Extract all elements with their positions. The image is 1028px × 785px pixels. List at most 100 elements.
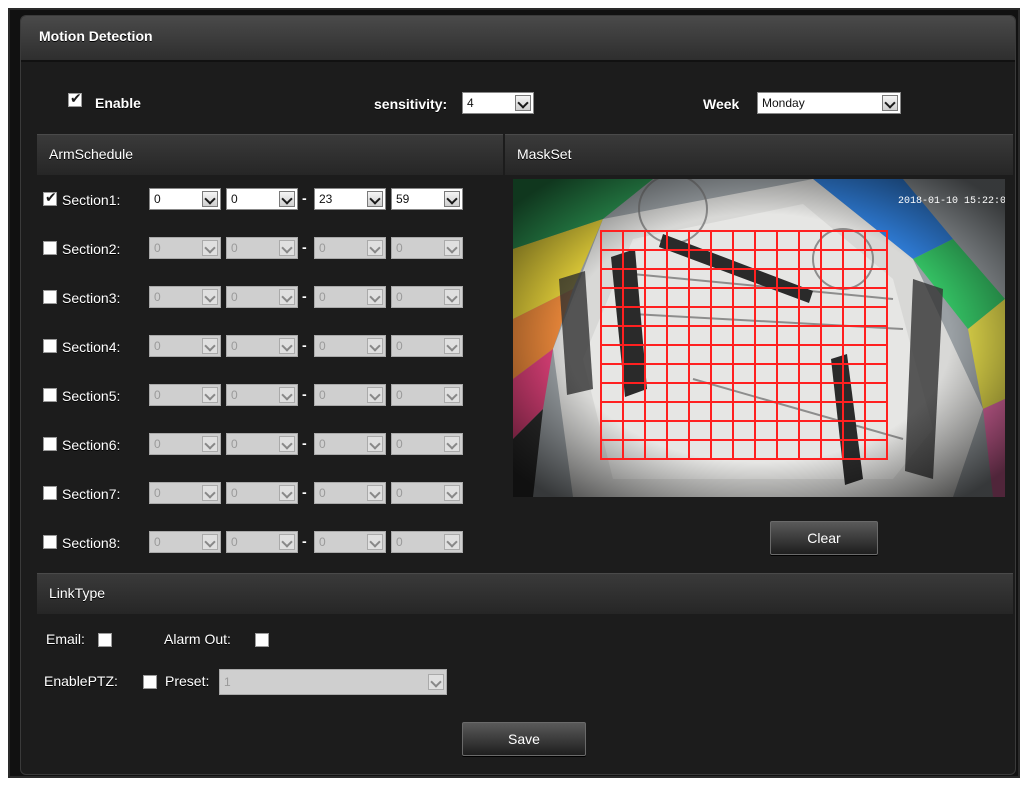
- section-5-start-minute-select[interactable]: 0: [226, 384, 298, 406]
- section-3-start-minute-select[interactable]: 0: [226, 286, 298, 308]
- section-8-end-hour-select[interactable]: 0: [314, 531, 386, 553]
- section-1-end-hour-select[interactable]: 23: [314, 188, 386, 210]
- section-1-end-minute-select[interactable]: 59: [391, 188, 463, 210]
- section-5-start-hour-select[interactable]: 0: [149, 384, 221, 406]
- chevron-down-icon: [444, 191, 460, 207]
- section-4-start-hour-select[interactable]: 0: [149, 335, 221, 357]
- section-7-end-hour-select[interactable]: 0: [314, 482, 386, 504]
- section-2-label: Section2:: [62, 241, 121, 257]
- chevron-down-icon: [202, 338, 218, 354]
- chevron-down-icon: [515, 95, 531, 111]
- select-value: 0: [396, 535, 403, 549]
- select-value: 0: [396, 290, 403, 304]
- section-6-start-hour-select[interactable]: 0: [149, 433, 221, 455]
- section-3-end-hour-select[interactable]: 0: [314, 286, 386, 308]
- select-value: 0: [154, 535, 161, 549]
- chevron-down-icon: [279, 534, 295, 550]
- select-value: 0: [319, 535, 326, 549]
- page-title: Motion Detection: [39, 28, 153, 44]
- section-4-checkbox[interactable]: [43, 339, 57, 353]
- mask-set-title: MaskSet: [517, 146, 572, 162]
- section-4-end-hour-select[interactable]: 0: [314, 335, 386, 357]
- chevron-down-icon: [444, 534, 460, 550]
- select-value: 0: [231, 535, 238, 549]
- section-5-end-minute-select[interactable]: 0: [391, 384, 463, 406]
- chevron-down-icon: [444, 338, 460, 354]
- chevron-down-icon: [882, 95, 898, 111]
- section-6-checkbox[interactable]: [43, 437, 57, 451]
- time-range-separator: -: [302, 239, 307, 255]
- chevron-down-icon: [279, 191, 295, 207]
- mask-set-header: MaskSet: [505, 134, 1013, 175]
- chevron-down-icon: [279, 240, 295, 256]
- link-type-header: LinkType: [37, 573, 1013, 614]
- section-4-label: Section4:: [62, 339, 121, 355]
- enable-ptz-label: EnablePTZ:: [44, 673, 118, 689]
- section-6-label: Section6:: [62, 437, 121, 453]
- section-5-end-hour-select[interactable]: 0: [314, 384, 386, 406]
- time-range-separator: -: [302, 337, 307, 353]
- section-6-end-hour-select[interactable]: 0: [314, 433, 386, 455]
- section-2-start-minute-select[interactable]: 0: [226, 237, 298, 259]
- chevron-down-icon: [428, 674, 444, 690]
- chevron-down-icon: [367, 289, 383, 305]
- section-2-end-hour-select[interactable]: 0: [314, 237, 386, 259]
- week-select[interactable]: Monday: [757, 92, 901, 114]
- section-7-end-minute-select[interactable]: 0: [391, 482, 463, 504]
- chevron-down-icon: [202, 240, 218, 256]
- arm-schedule-header: ArmSchedule: [37, 134, 503, 175]
- section-8-start-hour-select[interactable]: 0: [149, 531, 221, 553]
- clear-button[interactable]: Clear: [770, 521, 878, 555]
- section-3-end-minute-select[interactable]: 0: [391, 286, 463, 308]
- chevron-down-icon: [202, 436, 218, 452]
- section-3-start-hour-select[interactable]: 0: [149, 286, 221, 308]
- enable-ptz-checkbox[interactable]: [143, 675, 157, 689]
- section-1-start-hour-select[interactable]: 0: [149, 188, 221, 210]
- select-value: 0: [154, 388, 161, 402]
- select-value: 0: [154, 290, 161, 304]
- save-button[interactable]: Save: [462, 722, 586, 756]
- section-2-checkbox[interactable]: [43, 241, 57, 255]
- chevron-down-icon: [367, 240, 383, 256]
- section-1-checkbox[interactable]: [43, 189, 57, 206]
- preset-select[interactable]: 1: [219, 669, 447, 695]
- week-label: Week: [703, 96, 740, 112]
- section-6-start-minute-select[interactable]: 0: [226, 433, 298, 455]
- section-5-checkbox[interactable]: [43, 388, 57, 402]
- section-7-checkbox[interactable]: [43, 486, 57, 500]
- section-2-end-minute-select[interactable]: 0: [391, 237, 463, 259]
- alarm-out-checkbox[interactable]: [255, 633, 269, 647]
- section-7-start-hour-select[interactable]: 0: [149, 482, 221, 504]
- sensitivity-select[interactable]: 4: [462, 92, 534, 114]
- section-8-end-minute-select[interactable]: 0: [391, 531, 463, 553]
- chevron-down-icon: [202, 387, 218, 403]
- select-value: 59: [396, 192, 410, 206]
- mask-preview[interactable]: 2018-01-10 15:22:0: [513, 179, 1005, 497]
- sensitivity-label: sensitivity:: [374, 96, 448, 112]
- preset-label: Preset:: [165, 673, 210, 689]
- select-value: 0: [231, 192, 238, 206]
- chevron-down-icon: [367, 387, 383, 403]
- section-1-start-minute-select[interactable]: 0: [226, 188, 298, 210]
- chevron-down-icon: [444, 387, 460, 403]
- enable-checkbox[interactable]: [68, 90, 82, 107]
- select-value: 0: [231, 388, 238, 402]
- section-2-start-hour-select[interactable]: 0: [149, 237, 221, 259]
- week-value: Monday: [762, 96, 805, 110]
- email-checkbox[interactable]: [98, 633, 112, 647]
- chevron-down-icon: [279, 387, 295, 403]
- section-7-start-minute-select[interactable]: 0: [226, 482, 298, 504]
- chevron-down-icon: [367, 485, 383, 501]
- chevron-down-icon: [367, 436, 383, 452]
- panel-titlebar: Motion Detection: [21, 16, 1015, 62]
- section-6-end-minute-select[interactable]: 0: [391, 433, 463, 455]
- enable-label: Enable: [95, 95, 141, 111]
- chevron-down-icon: [279, 485, 295, 501]
- select-value: 0: [396, 339, 403, 353]
- section-7-label: Section7:: [62, 486, 121, 502]
- section-4-start-minute-select[interactable]: 0: [226, 335, 298, 357]
- section-4-end-minute-select[interactable]: 0: [391, 335, 463, 357]
- section-8-checkbox[interactable]: [43, 535, 57, 549]
- section-3-checkbox[interactable]: [43, 290, 57, 304]
- section-8-start-minute-select[interactable]: 0: [226, 531, 298, 553]
